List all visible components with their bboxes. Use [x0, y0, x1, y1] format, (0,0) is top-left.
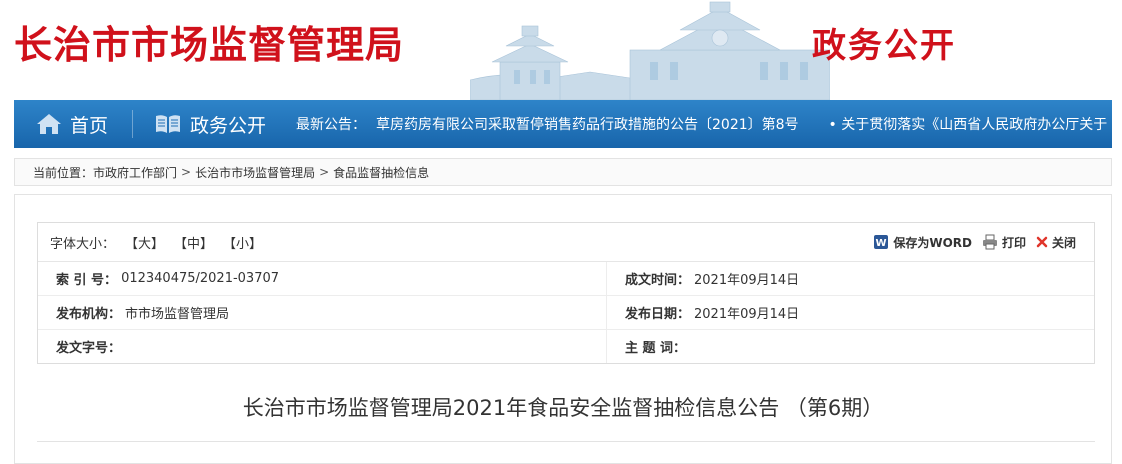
- nav-home-label: 首页: [70, 114, 109, 137]
- article-toolbar: 字体大小： 【大】 【中】 【小】 W 保存为WORD 打印 关闭: [38, 223, 1094, 262]
- nav-divider: [132, 110, 133, 138]
- meta-row: 发布机构： 市市场监督管理局 发布日期： 2021年09月14日: [38, 296, 1094, 330]
- created-date-key: 成文时间：: [625, 273, 691, 288]
- document-number-key: 发文字号：: [56, 341, 122, 356]
- index-number-value: 012340475/2021-03707: [121, 271, 280, 286]
- nav-gov-label: 政务公开: [190, 114, 267, 137]
- home-icon: [37, 114, 61, 134]
- ticker-item[interactable]: • 关于贯彻落实《山西省人民政府办公厅关于: [829, 114, 1108, 134]
- metadata-table: 字体大小： 【大】 【中】 【小】 W 保存为WORD 打印 关闭 索 引 号：…: [37, 222, 1095, 364]
- book-icon: [156, 115, 180, 133]
- meta-row: 索 引 号： 012340475/2021-03707 成文时间： 2021年0…: [38, 262, 1094, 296]
- breadcrumb-item[interactable]: 市政府工作部门: [93, 164, 177, 181]
- publisher-value: 市市场监督管理局: [125, 307, 230, 322]
- publish-date-cell: 发布日期： 2021年09月14日: [607, 296, 1094, 329]
- font-size-medium-button[interactable]: 【中】: [174, 233, 213, 252]
- subject-key: 主 题 词：: [625, 341, 687, 356]
- created-date-cell: 成文时间： 2021年09月14日: [607, 262, 1094, 295]
- breadcrumb-separator: >: [181, 165, 192, 179]
- index-number-key: 索 引 号：: [56, 273, 118, 288]
- ticker-label: 最新公告：: [296, 117, 366, 133]
- article-tools: W 保存为WORD 打印 关闭: [863, 223, 1076, 261]
- meta-row: 发文字号： 主 题 词：: [38, 330, 1094, 363]
- article-container: 字体大小： 【大】 【中】 【小】 W 保存为WORD 打印 关闭 索 引 号：…: [14, 194, 1112, 464]
- publish-date-key: 发布日期：: [625, 307, 691, 322]
- close-label: 关闭: [1051, 235, 1076, 250]
- close-icon: [1036, 236, 1048, 248]
- save-word-label: 保存为WORD: [893, 235, 972, 250]
- svg-text:W: W: [876, 238, 887, 249]
- breadcrumb-separator: >: [319, 165, 330, 179]
- site-title: 长治市市场监督管理局: [14, 23, 405, 67]
- publish-date-value: 2021年09月14日: [694, 307, 800, 322]
- site-header: 长治市市场监督管理局 政务公开: [0, 0, 1122, 100]
- font-size-large-button[interactable]: 【大】: [125, 233, 164, 252]
- city-skyline-illustration: [470, 1, 830, 100]
- news-ticker: 县草房药房有限公司采取暂停销售药品行政措施的公告〔2021〕第8号 • 关于贯彻…: [376, 100, 1112, 148]
- printer-icon: [982, 234, 997, 250]
- close-button[interactable]: 关闭: [1036, 234, 1076, 251]
- font-size-small-button[interactable]: 【小】: [223, 233, 262, 252]
- section-title: 政务公开: [812, 26, 956, 66]
- document-number-cell: 发文字号：: [38, 330, 607, 363]
- word-icon: W: [874, 235, 889, 249]
- nav-home[interactable]: 首页: [36, 100, 108, 148]
- font-size-label: 字体大小：: [50, 236, 116, 252]
- breadcrumb-label: 当前位置：: [33, 165, 94, 180]
- publisher-cell: 发布机构： 市市场监督管理局: [38, 296, 607, 329]
- print-label: 打印: [1001, 235, 1026, 250]
- main-nav: 首页 政务公开 最新公告： 县草房药房有限公司采取暂停销售药品行政措施的公告〔2…: [14, 100, 1112, 148]
- article-title: 长治市市场监督管理局2021年食品安全监督抽检信息公告 （第6期）: [242, 396, 884, 420]
- breadcrumb: 当前位置： 市政府工作部门 > 长治市市场监督管理局 > 食品监督抽检信息: [14, 158, 1112, 186]
- save-word-button[interactable]: W 保存为WORD: [873, 234, 972, 251]
- ticker-item[interactable]: 县草房药房有限公司采取暂停销售药品行政措施的公告〔2021〕第8号: [376, 114, 799, 134]
- index-number-cell: 索 引 号： 012340475/2021-03707: [38, 262, 607, 295]
- created-date-value: 2021年09月14日: [694, 273, 800, 288]
- publisher-key: 发布机构：: [56, 307, 122, 322]
- title-divider: [37, 441, 1095, 442]
- print-button[interactable]: 打印: [982, 234, 1026, 251]
- subject-cell: 主 题 词：: [607, 330, 1094, 363]
- nav-gov-affairs[interactable]: 政务公开: [154, 100, 266, 148]
- breadcrumb-item[interactable]: 食品监督抽检信息: [333, 164, 429, 181]
- breadcrumb-item[interactable]: 长治市市场监督管理局: [195, 164, 315, 181]
